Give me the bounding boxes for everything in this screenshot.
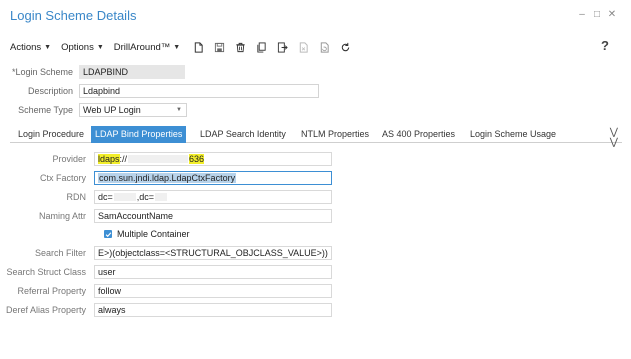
tab-ldap-bind-properties[interactable]: LDAP Bind Properties (91, 126, 187, 143)
drillaround-menu[interactable]: DrillAround™ ▼ (114, 42, 180, 53)
ctx-factory-value: com.sun.jndi.ldap.LdapCtxFactory (98, 173, 237, 183)
redacted-host (128, 155, 189, 163)
provider-label: Provider (52, 154, 86, 164)
restore-icon[interactable]: □ (592, 10, 602, 20)
provider-protocol: ldaps (98, 154, 120, 164)
multiple-container-checkbox[interactable] (104, 230, 112, 238)
checkmark-icon (105, 231, 111, 237)
tab-ntlm-properties[interactable]: NTLM Properties (297, 126, 373, 143)
tab-as400-properties[interactable]: AS 400 Properties (378, 126, 459, 143)
login-scheme-row: *Login Scheme LDAPBIND (5, 65, 185, 79)
copy-icon[interactable] (253, 40, 269, 54)
delete-icon[interactable] (232, 40, 248, 54)
deref-alias-property-label: Deref Alias Property (5, 305, 86, 315)
chevron-down-icon: ▼ (44, 43, 52, 51)
search-struct-class-label: Search Struct Class (6, 267, 86, 277)
description-row: Description Ldapbind (5, 84, 319, 98)
rdn-part-1: dc= (98, 192, 113, 202)
login-scheme-field: LDAPBIND (79, 65, 185, 79)
window-titlebar: Login Scheme Details – □ ✕ (0, 0, 631, 31)
chevron-down-icon: ▼ (96, 43, 104, 51)
ctx-factory-label: Ctx Factory (39, 173, 86, 183)
refresh-icon[interactable] (337, 40, 353, 54)
naming-attr-label: Naming Attr (38, 211, 86, 221)
search-filter-label: Search Filter (34, 248, 86, 258)
tab-login-procedure[interactable]: Login Procedure (14, 126, 88, 143)
rdn-row: RDN dc= ,dc= (0, 190, 332, 204)
double-chevron-down-icon[interactable]: ⋁ ⋁ (610, 128, 618, 148)
deref-alias-property-field[interactable]: always (94, 303, 332, 317)
search-filter-row: Search Filter E>)(objectclass=<STRUCTURA… (0, 246, 332, 260)
naming-attr-field[interactable]: SamAccountName (94, 209, 332, 223)
scheme-type-value: Web UP Login (83, 105, 141, 115)
naming-attr-row: Naming Attr SamAccountName (0, 209, 332, 223)
drillaround-menu-label: DrillAround™ (113, 41, 171, 53)
tab-login-scheme-usage[interactable]: Login Scheme Usage (466, 126, 560, 143)
actions-menu-label: Actions (10, 41, 42, 53)
rdn-field[interactable]: dc= ,dc= (94, 190, 332, 204)
export-icon[interactable] (274, 40, 290, 54)
chevron-down-icon: ▼ (176, 107, 182, 113)
window-title: Login Scheme Details (10, 8, 137, 23)
tab-ldap-search-identity[interactable]: LDAP Search Identity (196, 126, 290, 143)
save-icon[interactable] (211, 40, 227, 54)
help-icon[interactable]: ? (601, 38, 609, 53)
window-controls: – □ ✕ (577, 10, 617, 20)
search-struct-class-row: Search Struct Class user (0, 265, 332, 279)
disabled-document-icon[interactable] (295, 40, 311, 54)
tab-strip: Login Procedure LDAP Bind Properties LDA… (10, 126, 622, 148)
multiple-container-label: Multiple Container (117, 229, 190, 239)
close-icon[interactable]: ✕ (607, 10, 617, 20)
ctx-factory-row: Ctx Factory com.sun.jndi.ldap.LdapCtxFac… (0, 171, 332, 185)
rdn-label: RDN (66, 192, 87, 202)
minimize-icon[interactable]: – (577, 10, 587, 20)
provider-row: Provider ldaps:// 636 (0, 152, 332, 166)
scheme-type-label: Scheme Type (18, 105, 73, 115)
provider-port: 636 (189, 154, 205, 164)
revert-icon[interactable] (316, 40, 332, 54)
ctx-factory-field[interactable]: com.sun.jndi.ldap.LdapCtxFactory (94, 171, 332, 185)
referral-property-row: Referral Property follow (0, 284, 332, 298)
redacted-dc (113, 193, 136, 201)
provider-field[interactable]: ldaps:// 636 (94, 152, 332, 166)
description-field[interactable]: Ldapbind (79, 84, 319, 98)
chevron-down-icon: ▼ (173, 43, 181, 51)
toolbar: Actions ▼ Options ▼ DrillAround™ ▼ (10, 40, 358, 54)
scheme-type-row: Scheme Type Web UP Login ▼ (5, 103, 187, 117)
description-label: Description (27, 86, 73, 96)
referral-property-label: Referral Property (17, 286, 86, 296)
options-menu[interactable]: Options ▼ (61, 42, 104, 53)
referral-property-field[interactable]: follow (94, 284, 332, 298)
search-struct-class-field[interactable]: user (94, 265, 332, 279)
new-document-icon[interactable] (190, 40, 206, 54)
actions-menu[interactable]: Actions ▼ (10, 42, 51, 53)
search-filter-field[interactable]: E>)(objectclass=<STRUCTURAL_OBJCLASS_VAL… (94, 246, 332, 260)
provider-separator: :// (119, 154, 128, 164)
options-menu-label: Options (61, 41, 94, 53)
rdn-part-2: ,dc= (136, 192, 155, 202)
scheme-type-select[interactable]: Web UP Login ▼ (79, 103, 187, 117)
multiple-container-row: Multiple Container (104, 229, 190, 239)
redacted-dc (155, 193, 168, 201)
deref-alias-property-row: Deref Alias Property always (0, 303, 332, 317)
login-scheme-label: *Login Scheme (11, 67, 73, 77)
